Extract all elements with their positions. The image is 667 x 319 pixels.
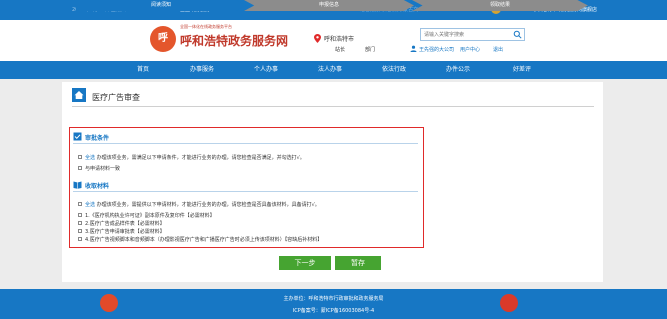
city-selector[interactable]: 呼和浩特市 <box>324 34 354 43</box>
nav-item-legal-entity[interactable]: 法人办事 <box>300 61 360 79</box>
site-name-prefix: 呼和浩特 <box>180 34 229 48</box>
search-box <box>420 28 525 41</box>
step-read-notice: 阅读须知 <box>76 0 246 11</box>
search-input[interactable] <box>421 29 513 40</box>
conditions-line: 全选 办理该项业务，需满足以下申请条件，才能进行业务的办理，请您检查是否满足，并… <box>85 154 305 161</box>
nav-item-review[interactable]: 好差评 <box>492 61 552 79</box>
site-subtitle: 全国一体化在线政务服务平台 <box>180 24 232 29</box>
material-checkbox[interactable] <box>78 213 82 217</box>
section-divider <box>73 143 418 144</box>
logout-link[interactable]: 退出 <box>493 46 503 53</box>
nav-item-case-publicity[interactable]: 办件公示 <box>428 61 488 79</box>
material-checkbox[interactable] <box>78 237 82 241</box>
materials-instruction: 办理该项业务，需提供以下申请材料，才能进行业务的办理，请您检查是否具备该材料，具… <box>96 202 320 208</box>
search-icon[interactable] <box>513 30 522 39</box>
nav-item-services[interactable]: 办事服务 <box>172 61 232 79</box>
footer-icp[interactable]: ICP备案号：蒙ICP备16003084号-4 <box>0 307 667 314</box>
section-divider <box>73 191 418 192</box>
material-item: 1.《医疗机构执业许可证》副本原件及复印件【必需材料】 <box>85 213 215 219</box>
site-header: 呼 全国一体化在线政务服务平台 呼和浩特政务服务网 呼和浩特市 站长 部门 王先… <box>0 20 667 61</box>
select-all-label[interactable]: 全选 <box>85 155 95 161</box>
nav-item-home[interactable]: 首页 <box>113 61 173 79</box>
location-pin-icon <box>314 34 321 43</box>
material-item: 3.医疗广告申请审批表【必需材料】 <box>85 229 165 235</box>
select-all-checkbox[interactable] <box>78 202 82 206</box>
main-nav: 首页 办事服务 个人办事 法人办事 依法行政 办件公示 好差评 <box>0 61 667 79</box>
site-logo[interactable]: 呼 <box>150 26 176 52</box>
material-item: 2.医疗广告成品样件表【必需材料】 <box>85 221 165 227</box>
user-center-link[interactable]: 用户中心 <box>460 46 480 53</box>
step-submit-info: 申报信息 <box>244 0 414 11</box>
condition-text: 与申请材料一致 <box>85 166 121 172</box>
divider <box>72 106 594 107</box>
station-link[interactable]: 站长 <box>335 46 345 53</box>
checklist-icon <box>73 132 82 141</box>
material-checkbox[interactable] <box>78 221 82 225</box>
select-all-label[interactable]: 全选 <box>85 202 95 208</box>
site-name-main: 政务服务网 <box>228 34 289 48</box>
user-icon <box>410 45 417 52</box>
user-name-link[interactable]: 王先强的大公司 <box>419 46 454 53</box>
nav-item-administration[interactable]: 依法行政 <box>364 61 424 79</box>
select-all-checkbox[interactable] <box>78 155 82 159</box>
verified-badge-icon[interactable] <box>500 294 518 312</box>
materials-intro: 全选 办理该项业务，需提供以下申请材料，才能进行业务的办理，请您检查是否具备该材… <box>85 201 320 208</box>
conditions-instruction: 办理该项业务，需满足以下申请条件，才能进行业务的办理，请您检查是否满足，并勾选打… <box>96 155 305 161</box>
site-name[interactable]: 呼和浩特政务服务网 <box>180 32 288 49</box>
save-draft-button[interactable]: 暂存 <box>335 256 381 270</box>
material-item: 4.医疗广告视频脚本和音频脚本（办理影视医疗广告和广播医疗广告时必须上传该项材料… <box>85 237 323 243</box>
home-icon <box>72 88 86 102</box>
government-badge-icon[interactable] <box>100 294 118 312</box>
book-icon <box>73 181 82 189</box>
condition-checkbox[interactable] <box>78 166 82 170</box>
conditions-title: 审批条件 <box>85 135 110 142</box>
materials-title: 收取材料 <box>85 183 110 190</box>
department-link[interactable]: 部门 <box>365 46 375 53</box>
next-step-button[interactable]: 下一步 <box>279 256 331 270</box>
page-title: 医疗广告审查 <box>92 93 140 102</box>
step-collect-result: 领取结果 <box>412 0 588 11</box>
material-checkbox[interactable] <box>78 229 82 233</box>
nav-item-personal[interactable]: 个人办事 <box>236 61 296 79</box>
